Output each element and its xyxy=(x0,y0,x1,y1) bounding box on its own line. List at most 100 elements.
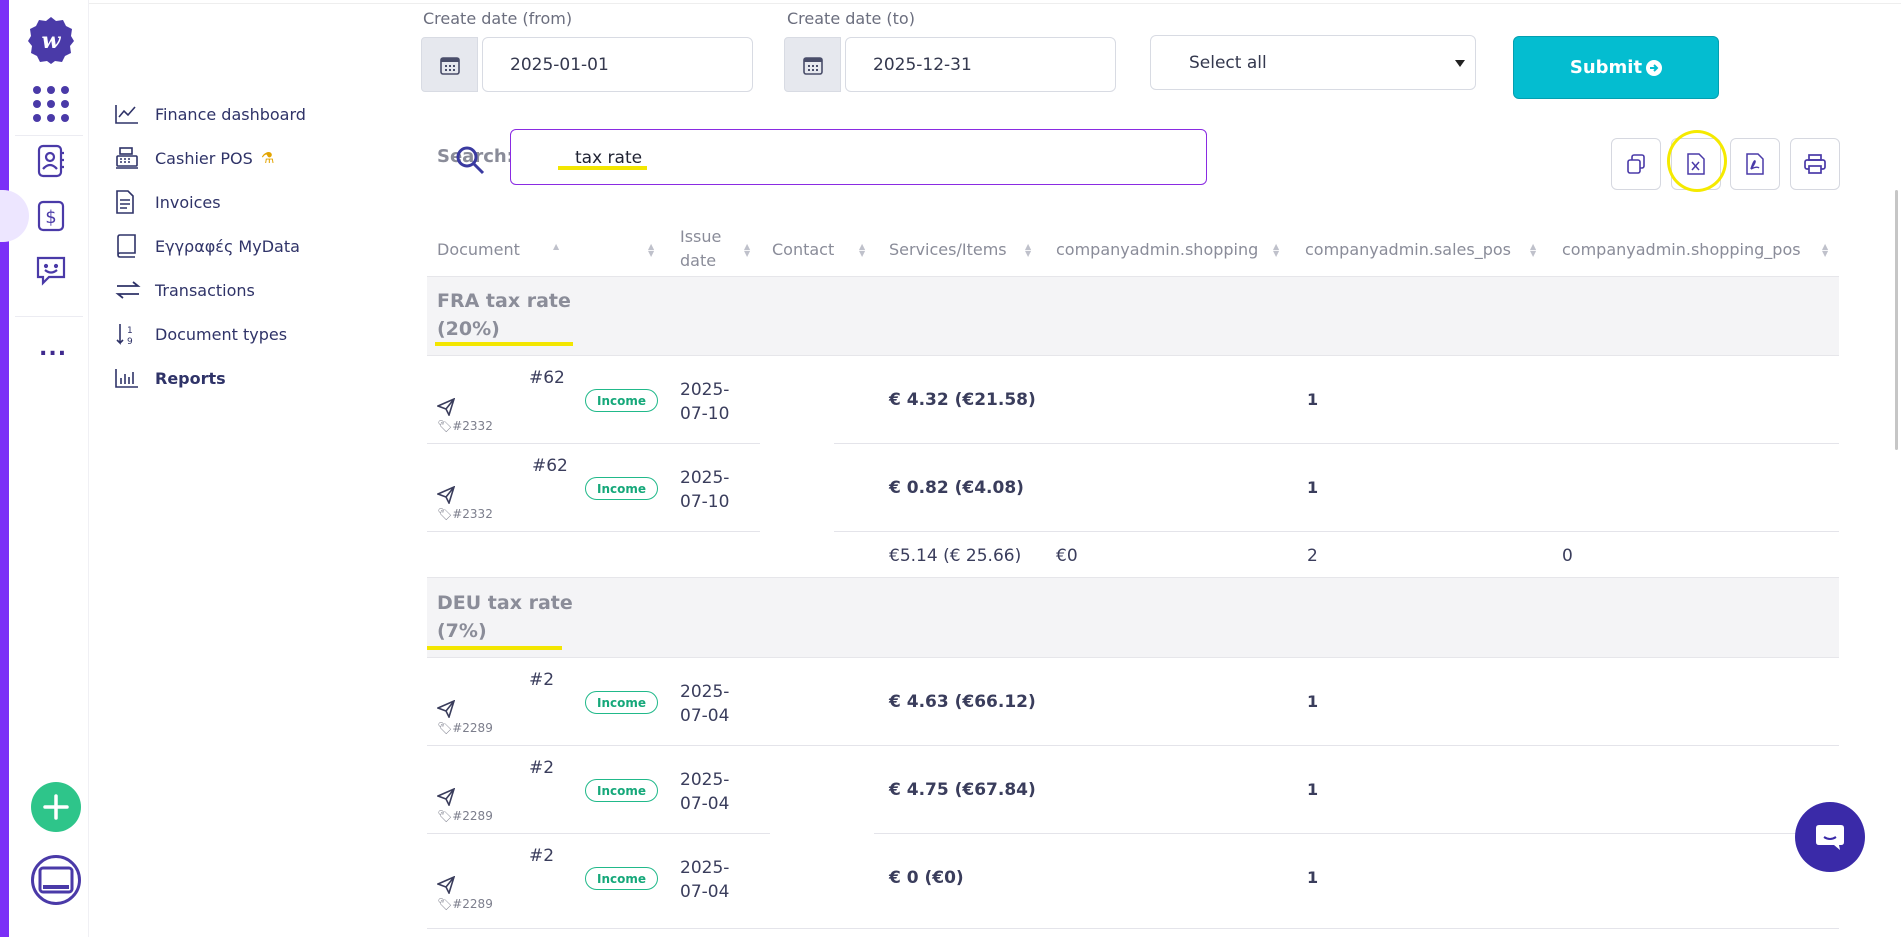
active-rail-indicator xyxy=(0,190,29,242)
col-label: Document xyxy=(437,239,520,259)
table-header: Document ▲ ▲ ▼ Issue date ▲ ▼ Contact ▲ ▼ S… xyxy=(427,218,1839,280)
col-issue-date[interactable]: Issue date xyxy=(680,218,740,280)
doc-number[interactable]: #2 xyxy=(529,670,554,690)
date-to-input[interactable]: 2025-12-31 xyxy=(845,37,1116,92)
tag-icon: 🏷 xyxy=(437,897,453,911)
user-avatar-icon[interactable] xyxy=(31,855,81,905)
sort-asc-icon: ▲ xyxy=(553,242,560,251)
nav-item-cashier-pos[interactable]: Cashier POS ⚗ xyxy=(115,136,405,180)
bar-chart-icon xyxy=(115,368,155,388)
send-icon[interactable] xyxy=(435,397,456,420)
send-icon[interactable] xyxy=(435,699,456,722)
apps-grid-icon[interactable] xyxy=(31,84,71,124)
print-button[interactable] xyxy=(1790,138,1840,190)
date-part: 2025- xyxy=(680,468,730,488)
export-pdf-button[interactable] xyxy=(1730,138,1780,190)
doc-number[interactable]: #62 xyxy=(532,456,568,476)
reports-nav: Finance dashboard Cashier POS ⚗ Invoices… xyxy=(115,92,405,400)
rail-separator xyxy=(15,316,83,317)
brand-logo-icon[interactable]: w xyxy=(26,15,76,65)
more-menu-icon[interactable]: ... xyxy=(39,336,67,361)
table-row[interactable]: #2 🏷#2289 Income 2025- 07-04 € 4.63 (€66.… xyxy=(427,658,1839,746)
send-icon[interactable] xyxy=(435,787,456,810)
copy-icon xyxy=(1626,154,1646,174)
chat-launcher-button[interactable] xyxy=(1795,802,1865,872)
sales-pos-qty: 1 xyxy=(1307,692,1319,711)
nav-label: Transactions xyxy=(155,280,255,300)
date-part: 2025- xyxy=(680,380,730,400)
col-shopping[interactable]: companyadmin.shopping xyxy=(1056,218,1258,280)
add-new-button[interactable] xyxy=(31,782,81,832)
nav-label: Finance dashboard xyxy=(155,104,306,124)
search-value: tax rate xyxy=(575,148,643,168)
contacts-icon[interactable] xyxy=(33,143,69,179)
sort-icon: ▲ ▼ xyxy=(1530,242,1537,258)
nav-item-transactions[interactable]: Transactions xyxy=(115,268,405,312)
group-title-line: (7%) xyxy=(437,620,487,642)
date-part: 2025- xyxy=(680,858,730,878)
table-row[interactable]: #2 🏷#2289 Income 2025- 07-04 € 0 (€0) 1 xyxy=(427,834,1839,929)
date-from-label: Create date (from) xyxy=(423,9,573,28)
table-row[interactable]: #62 🏷#2332 Income 2025- 07-10 € 4.32 (€21… xyxy=(427,356,1839,444)
svg-text:w: w xyxy=(42,28,62,54)
col-label: Issue date xyxy=(680,227,722,270)
doc-number[interactable]: #2 xyxy=(529,846,554,866)
calendar-icon[interactable] xyxy=(421,37,478,92)
book-icon xyxy=(115,234,155,258)
support-chat-icon[interactable] xyxy=(33,252,69,288)
status-badge: Income xyxy=(585,477,659,500)
date-from-input[interactable]: 2025-01-01 xyxy=(482,37,753,92)
send-icon[interactable] xyxy=(435,485,456,508)
nav-label: Cashier POS xyxy=(155,148,253,168)
sort-icon: ▲ ▼ xyxy=(1273,242,1280,258)
page-scrollbar[interactable] xyxy=(1895,190,1898,450)
finance-dollar-icon[interactable]: $ xyxy=(33,198,69,234)
submit-button[interactable]: Submit xyxy=(1513,36,1719,99)
filter-select[interactable]: Select all xyxy=(1150,35,1476,90)
group-header: FRA tax rate (20%) xyxy=(427,276,1839,356)
sort-icon: ▲ ▼ xyxy=(648,242,655,258)
nav-label: Εγγραφές MyData xyxy=(155,236,300,256)
top-border xyxy=(9,3,1901,4)
col-contact[interactable]: Contact xyxy=(772,218,834,280)
col-label: companyadmin.shopping_pos xyxy=(1562,239,1801,259)
nav-item-document-types[interactable]: 19 Document types xyxy=(115,312,405,356)
tag-value: #2289 xyxy=(452,897,493,911)
svg-text:1: 1 xyxy=(127,326,133,336)
arrows-exchange-icon xyxy=(115,280,155,300)
col-shopping-pos[interactable]: companyadmin.shopping_pos xyxy=(1562,218,1801,280)
nav-item-invoices[interactable]: Invoices xyxy=(115,180,405,224)
table-row[interactable]: #2 🏷#2289 Income 2025- 07-04 € 4.75 (€67.… xyxy=(427,746,1839,834)
send-icon[interactable] xyxy=(435,875,456,898)
col-services-items[interactable]: Services/Items xyxy=(889,218,1007,280)
group-header: DEU tax rate (7%) xyxy=(427,577,1839,658)
document-icon xyxy=(115,190,155,214)
tag-label: 🏷#2289 xyxy=(437,897,493,911)
highlight-circle xyxy=(1667,130,1727,192)
sort-icon: ▲ ▼ xyxy=(1025,242,1032,258)
total-shopping-pos: 0 xyxy=(1562,546,1573,566)
date-from-group: 2025-01-01 xyxy=(421,37,753,92)
nav-item-reports[interactable]: Reports xyxy=(115,356,405,400)
group-highlight-underline xyxy=(427,646,562,650)
svg-text:9: 9 xyxy=(127,337,133,346)
date-part: 2025- xyxy=(680,682,730,702)
issue-date: 2025- 07-04 xyxy=(680,856,740,904)
tag-value: #2332 xyxy=(452,419,493,433)
doc-number[interactable]: #62 xyxy=(529,368,565,388)
sort-icon: ▲ ▼ xyxy=(1822,242,1829,258)
nav-item-mydata[interactable]: Εγγραφές MyData xyxy=(115,224,405,268)
issue-date: 2025- 07-10 xyxy=(680,466,740,514)
col-sales-pos[interactable]: companyadmin.sales_pos xyxy=(1305,218,1511,280)
copy-button[interactable] xyxy=(1611,138,1661,190)
sort-icon: ▲ ▼ xyxy=(859,242,866,258)
nav-item-finance-dashboard[interactable]: Finance dashboard xyxy=(115,92,405,136)
table-row[interactable]: #62 🏷#2332 Income 2025- 07-10 € 0.82 (€4.… xyxy=(427,444,1839,532)
calendar-icon[interactable] xyxy=(784,37,841,92)
arrow-circle-right-icon xyxy=(1646,59,1663,76)
col-document[interactable]: Document xyxy=(437,218,520,280)
cash-register-icon xyxy=(115,146,155,170)
group-title: FRA tax rate (20%) xyxy=(437,287,571,343)
doc-number[interactable]: #2 xyxy=(529,758,554,778)
date-part: 07-10 xyxy=(680,492,730,512)
